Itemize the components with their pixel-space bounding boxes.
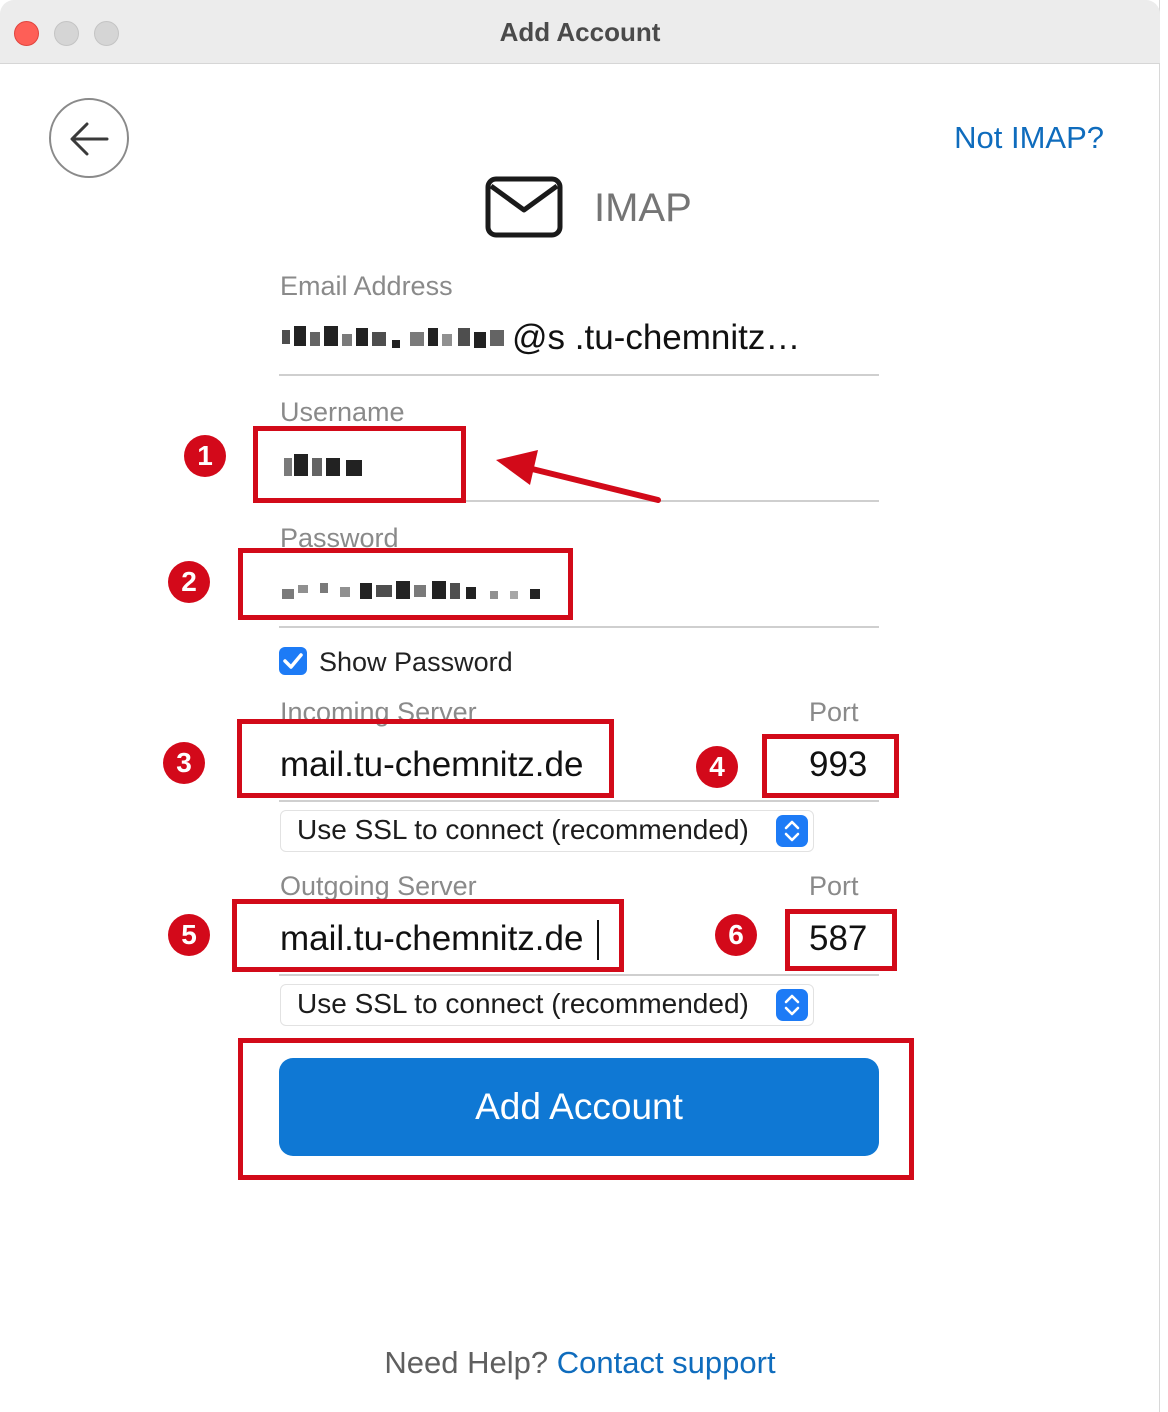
help-text: Need Help? <box>384 1345 549 1380</box>
incoming-underline <box>279 800 879 802</box>
add-account-window: Add Account Not IMAP? IMAP Email Address <box>0 0 1160 1412</box>
annotation-box-outgoing-server <box>232 899 624 972</box>
title-bar: Add Account <box>0 0 1160 64</box>
annotation-badge-4: 4 <box>696 746 738 788</box>
not-imap-link[interactable]: Not IMAP? <box>954 120 1104 156</box>
outgoing-server-label: Outgoing Server <box>280 871 477 901</box>
chevron-updown-icon <box>776 989 808 1021</box>
email-field[interactable]: @s .tu-chemnitz… <box>280 312 880 362</box>
contact-support-link[interactable]: Contact support <box>557 1345 776 1380</box>
email-redacted-prefix <box>280 324 512 352</box>
back-button[interactable] <box>49 98 129 178</box>
incoming-port-label: Port <box>809 697 859 727</box>
email-label: Email Address <box>280 271 453 301</box>
show-password-checkbox[interactable] <box>279 647 307 675</box>
annotation-box-outgoing-port <box>785 909 897 971</box>
annotation-arrow-icon <box>496 450 661 503</box>
annotation-badge-3: 3 <box>163 742 205 784</box>
protocol-label: IMAP <box>594 186 692 230</box>
annotation-box-password <box>238 548 573 620</box>
outgoing-port-label: Port <box>809 871 859 901</box>
annotation-box-username <box>253 426 466 503</box>
outgoing-ssl-select[interactable]: Use SSL to connect (recommended) <box>280 984 814 1026</box>
email-value: @s .tu-chemnitz… <box>512 318 801 357</box>
chevron-updown-icon <box>776 815 808 847</box>
help-footer: Need Help? Contact support <box>0 1345 1160 1381</box>
arrow-left-icon <box>70 122 109 156</box>
annotation-badge-5: 5 <box>168 914 210 956</box>
window-title: Add Account <box>499 17 661 47</box>
incoming-ssl-select[interactable]: Use SSL to connect (recommended) <box>280 810 814 852</box>
annotation-box-incoming-port <box>762 734 899 798</box>
username-label: Username <box>280 397 405 427</box>
annotation-box-incoming-server <box>237 719 614 798</box>
annotation-badge-6: 6 <box>715 914 757 956</box>
incoming-ssl-value: Use SSL to connect (recommended) <box>297 814 749 845</box>
password-underline <box>279 626 879 628</box>
email-underline <box>279 374 879 376</box>
outgoing-underline <box>279 974 879 976</box>
outgoing-ssl-value: Use SSL to connect (recommended) <box>297 988 749 1019</box>
annotation-badge-2: 2 <box>168 561 210 603</box>
show-password-label[interactable]: Show Password <box>319 647 513 678</box>
annotation-box-add-account <box>238 1038 914 1180</box>
annotation-badge-1: 1 <box>184 435 226 477</box>
envelope-icon <box>485 176 563 238</box>
checkmark-icon <box>283 653 303 669</box>
